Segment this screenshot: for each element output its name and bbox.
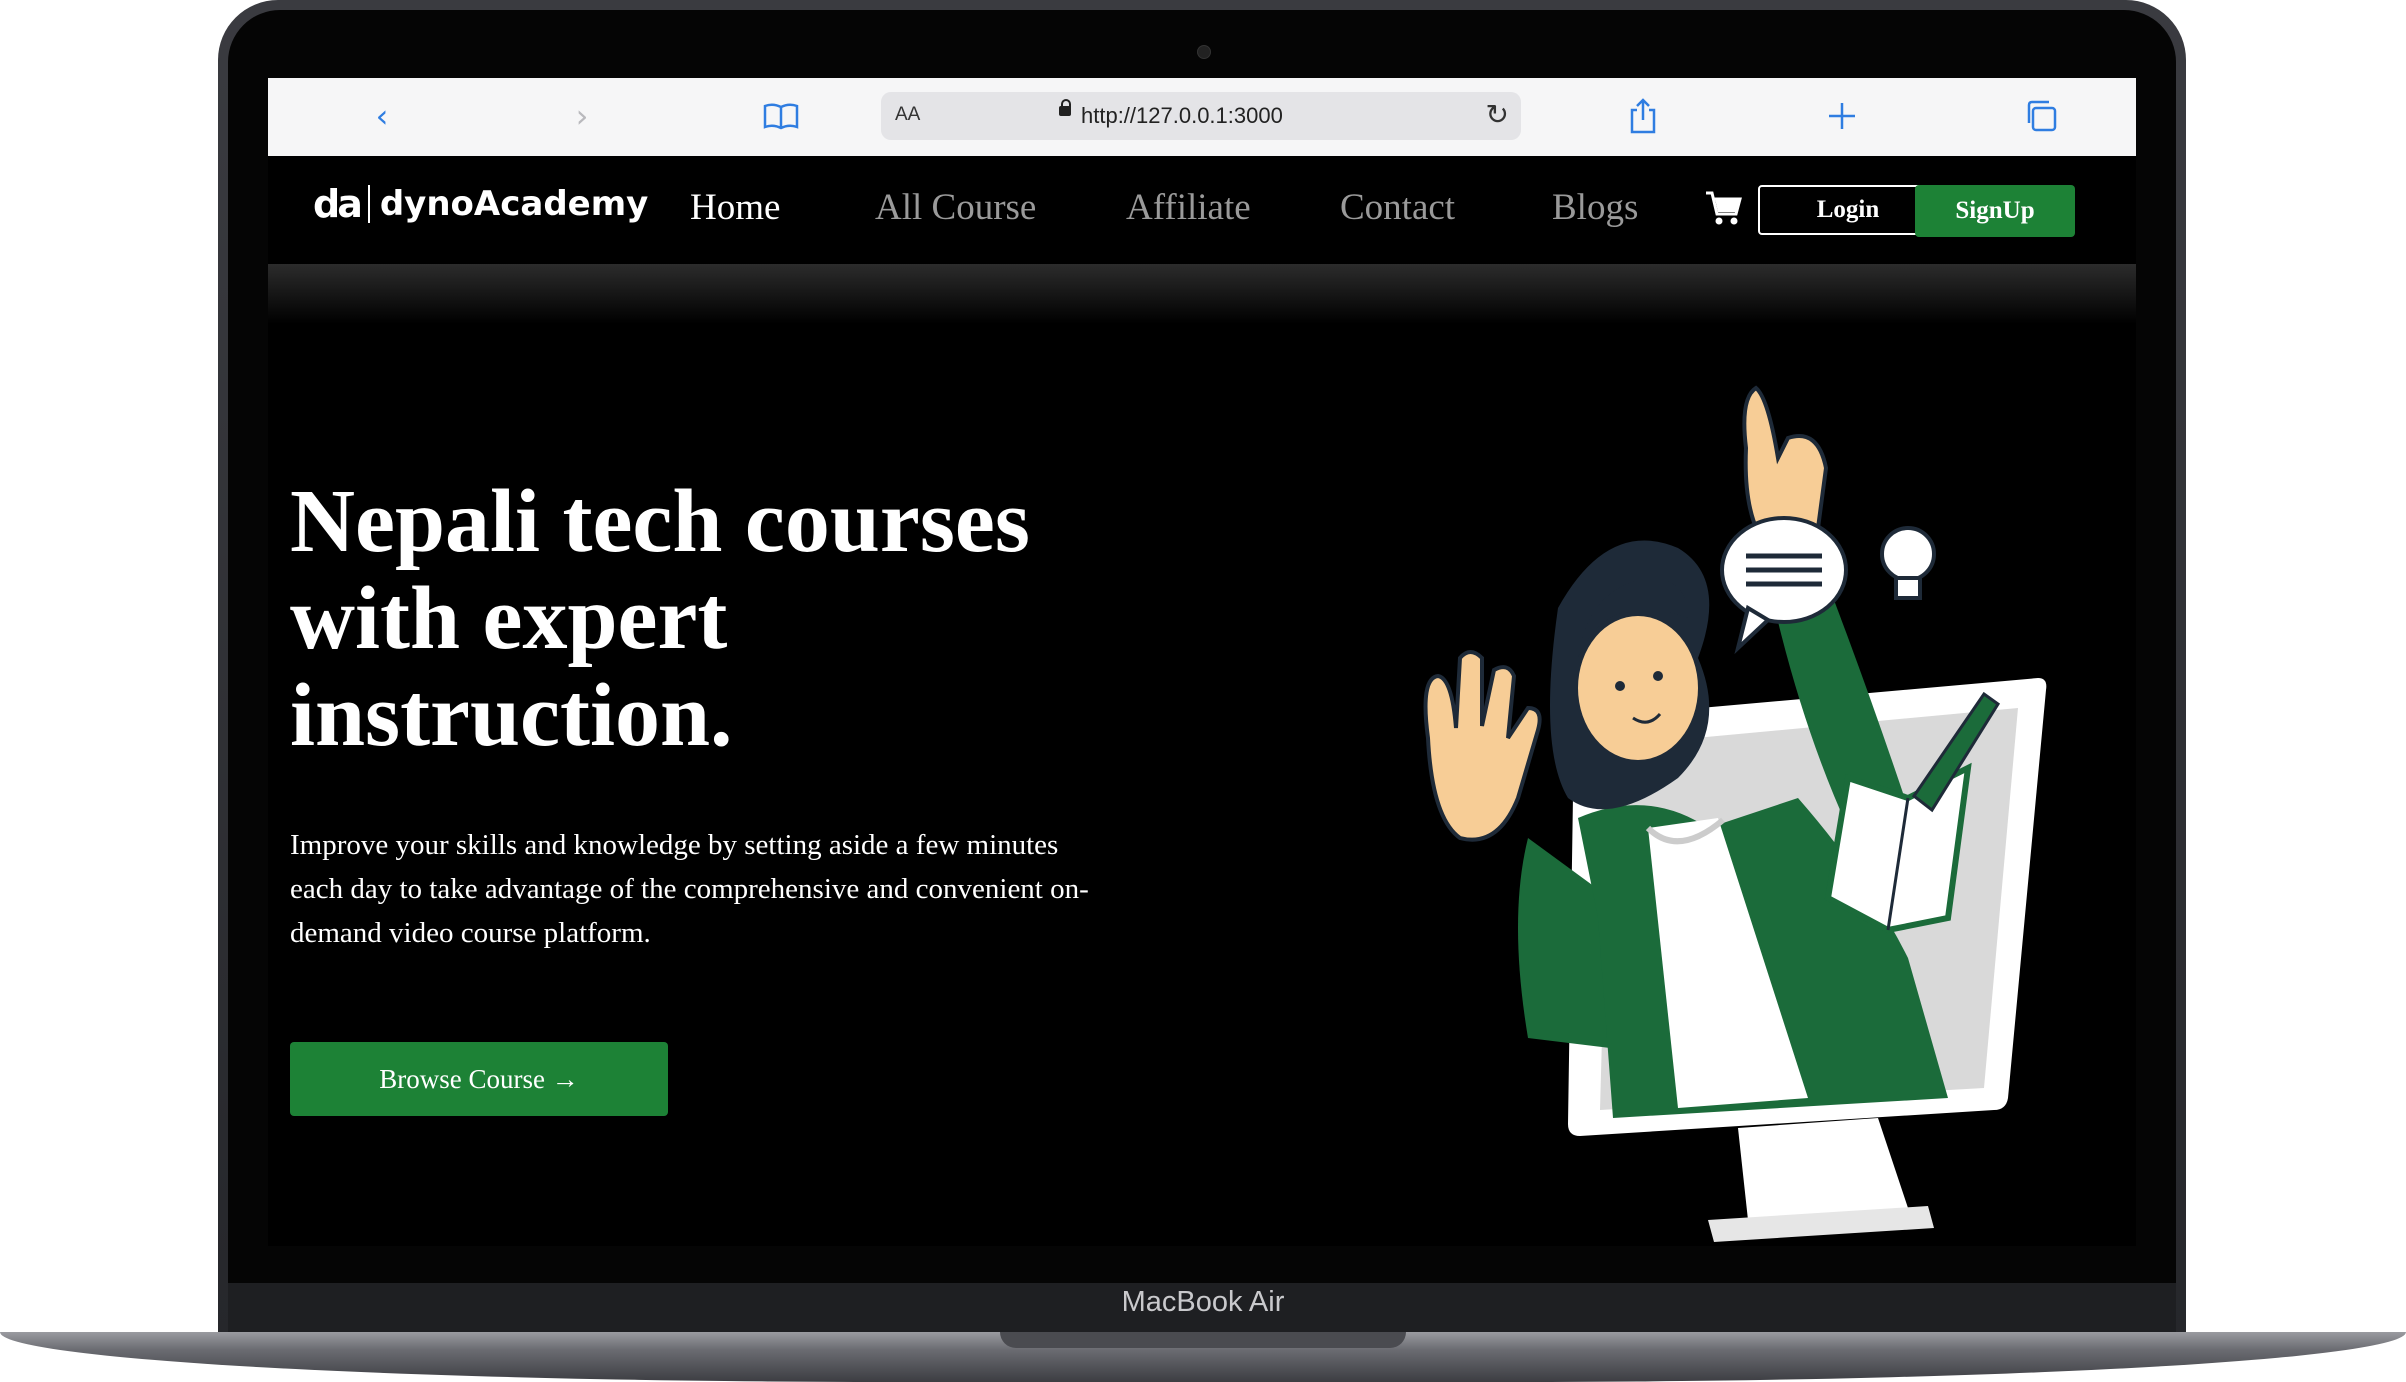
nav-blogs[interactable]: Blogs xyxy=(1552,186,1638,229)
share-icon[interactable] xyxy=(1623,96,1663,136)
url-text: http://127.0.0.1:3000 xyxy=(1081,103,1283,128)
camera xyxy=(1197,45,1211,59)
text-size-button[interactable]: AA xyxy=(895,104,920,126)
address-bar[interactable]: AA http://127.0.0.1:3000 ↻ xyxy=(881,92,1521,140)
screen: ‹ › AA http://127.0.0.1:3000 ↻ da dynoAc… xyxy=(268,78,2136,1246)
logo-mark: da xyxy=(313,182,363,226)
hero-description: Improve your skills and knowledge by set… xyxy=(290,829,1089,949)
nav-home[interactable]: Home xyxy=(690,186,780,229)
nav-contact[interactable]: Contact xyxy=(1340,186,1455,229)
brand-name: dynoAcademy xyxy=(379,184,649,224)
logo-divider xyxy=(367,185,370,223)
bookmarks-icon[interactable] xyxy=(761,96,801,136)
signup-button[interactable]: SignUp xyxy=(1915,185,2075,237)
login-button[interactable]: Login xyxy=(1758,185,1938,235)
site-navbar: da dynoAcademy Home All Course Affiliate… xyxy=(268,156,2136,264)
reload-icon[interactable]: ↻ xyxy=(1486,98,1509,131)
browse-course-button[interactable]: Browse Course → xyxy=(290,1042,668,1116)
nav-all-course[interactable]: All Course xyxy=(875,186,1036,229)
hero-illustration xyxy=(1423,385,2047,1242)
nav-shadow xyxy=(268,264,2136,324)
back-icon[interactable]: ‹ xyxy=(362,96,402,136)
tabs-icon[interactable] xyxy=(2021,96,2061,136)
nav-affiliate[interactable]: Affiliate xyxy=(1126,186,1251,229)
laptop-notch xyxy=(1000,1332,1406,1348)
new-tab-icon[interactable] xyxy=(1822,96,1862,136)
lock-icon xyxy=(1059,99,1071,116)
hero-title: Nepali tech courses with expert instruct… xyxy=(290,472,1030,765)
device-label: MacBook Air xyxy=(1121,1286,1285,1318)
forward-icon[interactable]: › xyxy=(562,96,602,136)
browser-toolbar: ‹ › AA http://127.0.0.1:3000 ↻ xyxy=(268,78,2136,157)
brand-logo[interactable]: da dynoAcademy xyxy=(313,182,648,226)
cart-icon[interactable] xyxy=(1704,188,1744,228)
